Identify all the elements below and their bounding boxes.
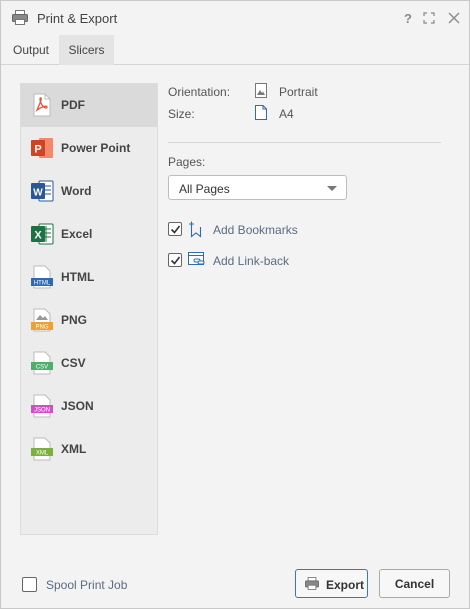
- bookmarks-checkbox[interactable]: [168, 222, 182, 236]
- pdf-icon: [33, 93, 51, 117]
- powerpoint-icon: P: [31, 138, 53, 158]
- link-back-icon: [188, 252, 205, 265]
- window-title: Print & Export: [37, 11, 118, 26]
- help-icon: ?: [404, 10, 412, 26]
- excel-icon: X: [31, 223, 54, 245]
- png-icon: PNG: [31, 308, 53, 332]
- page-size-icon: [255, 105, 267, 120]
- excel-icon-letter: X: [34, 230, 42, 242]
- format-item-json[interactable]: JSON JSON: [21, 385, 157, 428]
- format-label: XML: [61, 442, 87, 456]
- xml-icon-badge: XML: [36, 451, 49, 457]
- csv-icon-badge: CSV: [36, 365, 48, 371]
- format-item-html[interactable]: HTML HTML: [21, 256, 157, 299]
- orientation-value[interactable]: Portrait: [279, 85, 318, 99]
- powerpoint-icon-letter: P: [34, 144, 41, 156]
- size-value[interactable]: A4: [279, 107, 294, 121]
- word-icon-letter: W: [33, 188, 43, 199]
- format-item-word[interactable]: W Word: [21, 170, 157, 213]
- format-label: HTML: [61, 270, 95, 284]
- linkback-checkbox[interactable]: [168, 253, 182, 267]
- orientation-label: Orientation:: [168, 85, 231, 99]
- help-button[interactable]: ?: [399, 9, 417, 27]
- tab-slicers[interactable]: Slicers: [59, 35, 114, 65]
- format-item-xml[interactable]: XML XML: [21, 428, 157, 471]
- html-icon-badge: HTML: [34, 281, 51, 287]
- pages-label: Pages:: [168, 155, 206, 169]
- format-item-excel[interactable]: X Excel: [21, 213, 157, 256]
- format-list: PDF P Power Point W Word X Excel HTML HT…: [20, 83, 158, 535]
- format-item-pdf[interactable]: PDF: [21, 84, 157, 127]
- output-panel: PDF P Power Point W Word X Excel HTML HT…: [1, 65, 469, 545]
- format-item-csv[interactable]: CSV CSV: [21, 342, 157, 385]
- printer-icon: [12, 10, 28, 25]
- format-label: Excel: [61, 227, 93, 241]
- json-icon: JSON: [31, 394, 53, 418]
- json-icon-badge: JSON: [34, 408, 50, 414]
- bookmark-icon: [189, 221, 202, 238]
- maximize-button[interactable]: [420, 9, 438, 27]
- format-item-png[interactable]: PNG PNG: [21, 299, 157, 342]
- spool-print-job-checkbox[interactable]: [22, 577, 37, 592]
- format-item-powerpoint[interactable]: P Power Point: [21, 127, 157, 170]
- format-label: PNG: [61, 313, 88, 327]
- divider: [168, 142, 441, 143]
- word-icon: W: [31, 180, 54, 202]
- pages-dropdown[interactable]: All Pages: [168, 175, 347, 200]
- xml-icon: XML: [31, 437, 53, 461]
- maximize-icon: [423, 12, 435, 24]
- format-label: Word: [61, 184, 92, 198]
- png-icon-badge: PNG: [35, 325, 48, 331]
- linkback-label: Add Link-back: [213, 254, 290, 268]
- export-label: Export: [326, 578, 365, 592]
- spool-print-job-label: Spool Print Job: [46, 578, 128, 592]
- checkmark-icon: [170, 256, 181, 265]
- printer-icon: [305, 577, 319, 590]
- format-label: PDF: [61, 98, 85, 112]
- close-button[interactable]: [445, 9, 463, 27]
- csv-icon: CSV: [31, 351, 53, 375]
- export-button[interactable]: Export: [295, 569, 368, 598]
- title-bar: Print & Export ?: [1, 1, 469, 35]
- html-icon: HTML: [31, 265, 53, 289]
- format-label: Power Point: [61, 141, 131, 155]
- close-icon: [448, 12, 460, 24]
- tab-output[interactable]: Output: [3, 35, 59, 65]
- tab-bar: Output Slicers: [1, 35, 469, 65]
- cancel-button[interactable]: Cancel: [379, 569, 450, 598]
- format-label: CSV: [61, 356, 86, 370]
- size-label: Size:: [168, 107, 195, 121]
- format-label: JSON: [61, 399, 94, 413]
- print-export-dialog: Print & Export ? Output Slicers PDF P Po…: [0, 0, 470, 609]
- bookmarks-label: Add Bookmarks: [213, 223, 298, 237]
- checkmark-icon: [170, 225, 181, 234]
- portrait-icon: [255, 83, 267, 98]
- chevron-down-icon: [327, 186, 337, 191]
- pages-dropdown-value: All Pages: [179, 182, 230, 196]
